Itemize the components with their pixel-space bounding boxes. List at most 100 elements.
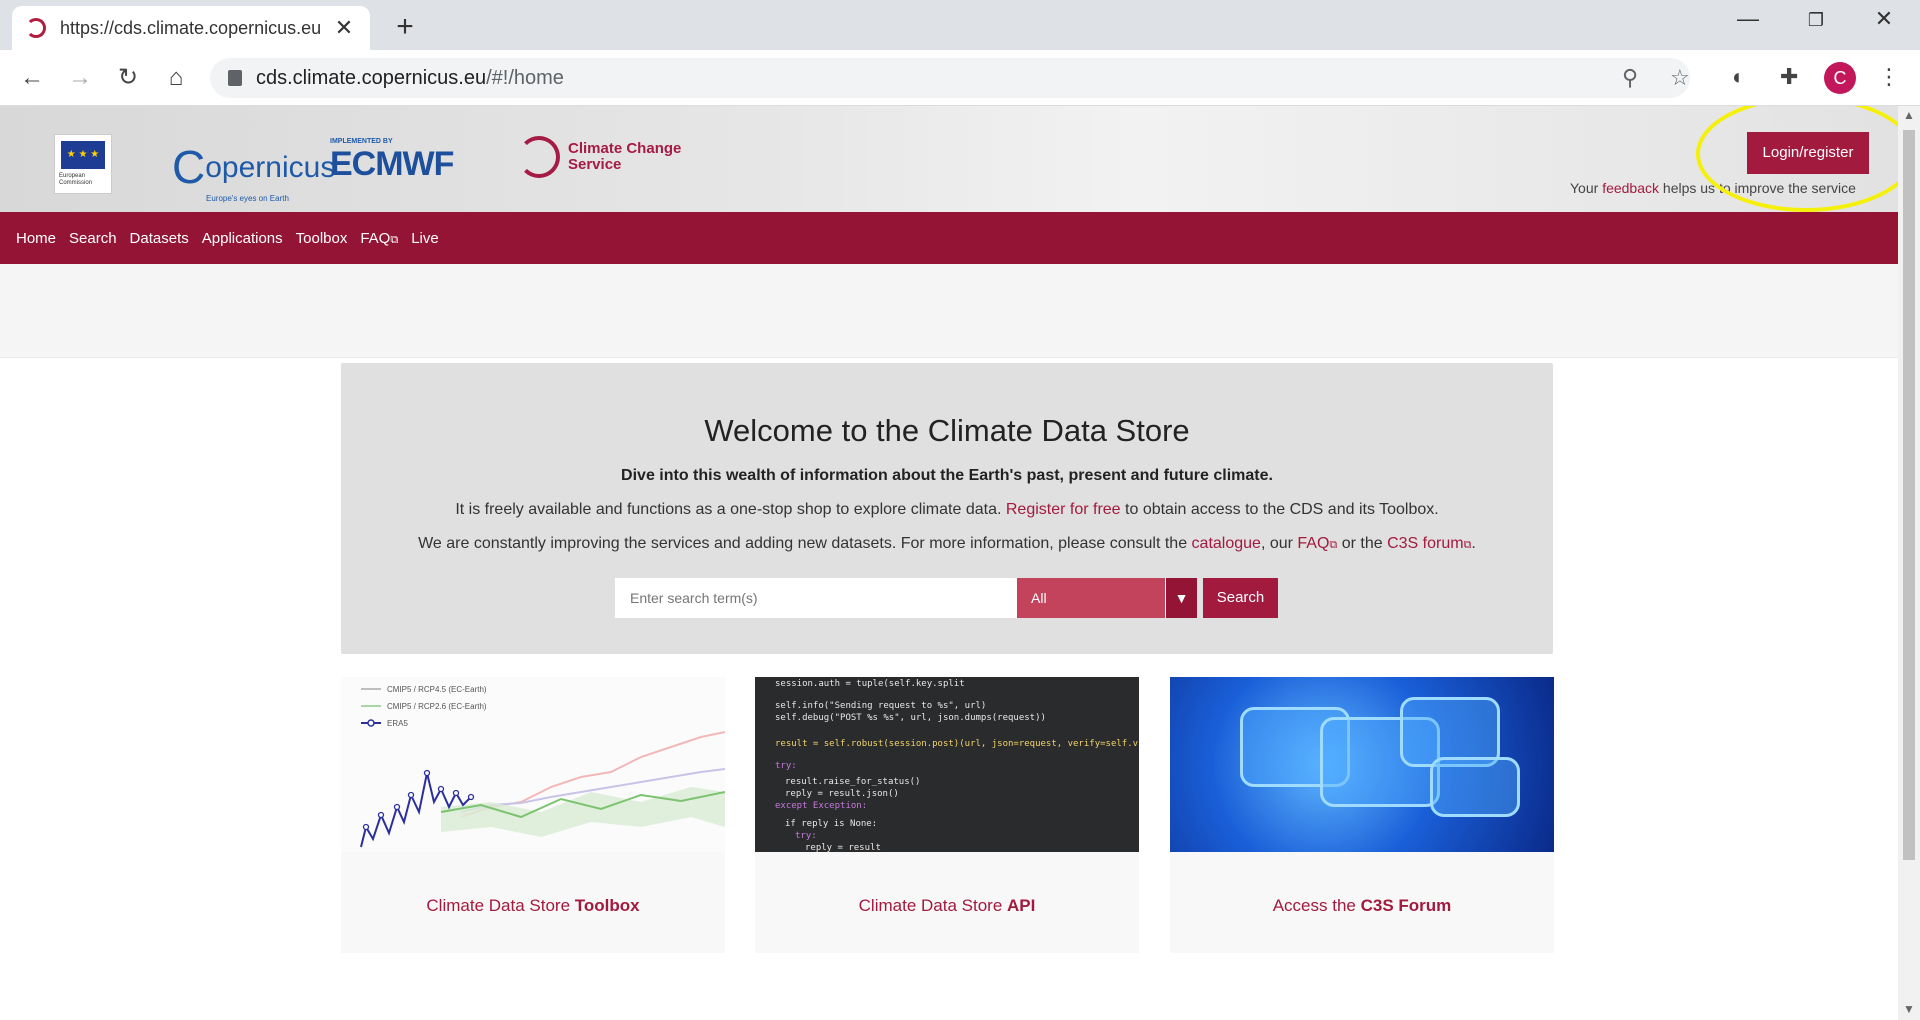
tab-title: https://cds.climate.copernicus.eu bbox=[60, 17, 322, 38]
profile-avatar[interactable]: C bbox=[1824, 62, 1856, 94]
hero-subtitle: Dive into this wealth of information abo… bbox=[621, 467, 1273, 484]
page-scrollbar[interactable]: ▲ ▼ bbox=[1898, 106, 1920, 1020]
legend-rcp45: CMIP5 / RCP4.5 (EC-Earth) bbox=[387, 685, 487, 694]
forum-image bbox=[1170, 677, 1554, 852]
search-scope-select[interactable]: All bbox=[1017, 578, 1165, 618]
code-line: result = self.robust(session.post)(url, … bbox=[775, 739, 1139, 749]
search-input[interactable] bbox=[615, 578, 1017, 618]
p1-pre: It is freely available and functions as … bbox=[455, 501, 1006, 518]
chevron-down-icon[interactable]: ▼ bbox=[1165, 578, 1197, 618]
nav-search[interactable]: Search bbox=[69, 230, 117, 247]
highlight-circle bbox=[1696, 106, 1898, 212]
page-title: Welcome to the Climate Data Store bbox=[704, 413, 1190, 448]
tab-strip: https://cds.climate.copernicus.eu ✕ + — … bbox=[0, 0, 1920, 50]
lock-icon bbox=[228, 70, 242, 86]
eu-flag-icon: ★ ★ ★ bbox=[61, 141, 105, 169]
code-line: try: bbox=[775, 761, 797, 771]
external-link-icon: ⧉ bbox=[390, 233, 399, 246]
api-card-bold: API bbox=[1007, 896, 1036, 915]
main-nav: Home Search Datasets Applications Toolbo… bbox=[0, 212, 1898, 264]
copernicus-name: opernicus bbox=[205, 151, 336, 184]
close-tab-icon[interactable]: ✕ bbox=[332, 15, 356, 41]
new-tab-icon[interactable]: + bbox=[390, 10, 420, 44]
zoom-icon[interactable]: ⚲ bbox=[1622, 58, 1638, 98]
address-bar[interactable]: cds.climate.copernicus.eu/#!/home ⚲ ☆ bbox=[210, 58, 1690, 98]
api-card[interactable]: session.auth = tuple(self.key.split self… bbox=[755, 677, 1139, 953]
code-line: try: bbox=[795, 831, 817, 841]
hero-paragraph-2: We are constantly improving the services… bbox=[341, 535, 1553, 553]
extension-circle-icon[interactable]: ◐ bbox=[1732, 64, 1745, 90]
code-line: reply = result.json() bbox=[785, 789, 899, 799]
forum-card-bold: C3S Forum bbox=[1360, 896, 1452, 915]
browser-tab[interactable]: https://cds.climate.copernicus.eu ✕ bbox=[12, 6, 370, 50]
nav-toolbox[interactable]: Toolbox bbox=[296, 230, 348, 247]
copernicus-c: C bbox=[172, 141, 206, 193]
browser-toolbar: ← → ↻ ⌂ cds.climate.copernicus.eu/#!/hom… bbox=[0, 50, 1920, 106]
ecmwf-implemented-label: IMPLEMENTED BY bbox=[330, 138, 393, 145]
copernicus-tagline: Europe's eyes on Earth bbox=[206, 194, 289, 203]
feedback-prefix: Your bbox=[1570, 180, 1603, 196]
eu-logo[interactable]: ★ ★ ★ European Commission bbox=[54, 134, 112, 194]
forum-card-label[interactable]: Access the C3S Forum bbox=[1170, 896, 1554, 916]
forum-card[interactable]: Access the C3S Forum bbox=[1170, 677, 1554, 953]
minimize-icon[interactable]: — bbox=[1728, 6, 1768, 32]
legend-era5: ERA5 bbox=[387, 719, 408, 728]
search-form: All ▼ Search bbox=[615, 578, 1278, 618]
toolbox-card-prefix: Climate Data Store bbox=[426, 896, 575, 915]
home-icon[interactable]: ⌂ bbox=[158, 62, 194, 94]
code-line: self.debug("POST %s %s", url, json.dumps… bbox=[775, 713, 1046, 723]
scroll-down-icon[interactable]: ▼ bbox=[1903, 1002, 1915, 1016]
extensions-puzzle-icon[interactable]: ✚ bbox=[1780, 64, 1798, 90]
toolbox-chart-image: CMIP5 / RCP4.5 (EC-Earth) CMIP5 / RCP2.6… bbox=[341, 677, 725, 852]
api-card-label[interactable]: Climate Data Store API bbox=[755, 896, 1139, 916]
api-card-prefix: Climate Data Store bbox=[858, 896, 1007, 915]
code-line: except Exception: bbox=[775, 801, 868, 811]
nav-faq[interactable]: FAQ⧉ bbox=[360, 230, 398, 247]
nav-datasets[interactable]: Datasets bbox=[130, 230, 189, 247]
catalogue-link[interactable]: catalogue bbox=[1192, 535, 1261, 552]
forward-icon[interactable]: → bbox=[62, 62, 98, 94]
faq-link[interactable]: FAQ bbox=[1297, 535, 1329, 552]
code-line: result.raise_for_status() bbox=[785, 777, 921, 787]
back-icon[interactable]: ← bbox=[14, 62, 50, 94]
browser-menu-icon[interactable]: ⋮ bbox=[1878, 64, 1900, 90]
eu-label: European Commission bbox=[59, 173, 93, 186]
nav-applications[interactable]: Applications bbox=[202, 230, 283, 247]
code-line: if reply is None: bbox=[785, 819, 878, 829]
bookmark-star-icon[interactable]: ☆ bbox=[1670, 58, 1690, 98]
ecmwf-logo[interactable]: IMPLEMENTED BY ECMWF bbox=[330, 138, 454, 184]
c3s-logo[interactable]: Climate Change Service bbox=[518, 136, 681, 178]
register-link[interactable]: Register for free bbox=[1006, 501, 1121, 518]
toolbox-card-label[interactable]: Climate Data Store Toolbox bbox=[341, 896, 725, 916]
page-content: ★ ★ ★ European Commission Copernicus Eur… bbox=[0, 106, 1898, 1020]
hero-paragraph-1: It is freely available and functions as … bbox=[341, 501, 1553, 519]
favicon-icon bbox=[26, 18, 46, 38]
restore-icon[interactable]: ❐ bbox=[1796, 10, 1836, 31]
window-close-icon[interactable]: ✕ bbox=[1864, 6, 1904, 32]
reload-icon[interactable]: ↻ bbox=[110, 62, 146, 94]
ecmwf-name: ECMWF bbox=[330, 145, 454, 183]
url-path: /#!/home bbox=[486, 66, 564, 89]
c3s-line2: Service bbox=[568, 156, 622, 173]
toolbox-card[interactable]: CMIP5 / RCP4.5 (EC-Earth) CMIP5 / RCP2.6… bbox=[341, 677, 725, 953]
browser-chrome: https://cds.climate.copernicus.eu ✕ + — … bbox=[0, 0, 1920, 106]
welcome-panel: Welcome to the Climate Data Store Dive i… bbox=[341, 363, 1553, 654]
nav-faq-label: FAQ bbox=[360, 229, 391, 247]
url-text: cds.climate.copernicus.eu/#!/home bbox=[256, 67, 564, 90]
forum-card-prefix: Access the bbox=[1272, 896, 1361, 915]
feedback-link[interactable]: feedback bbox=[1602, 180, 1659, 196]
p2-pre: We are constantly improving the services… bbox=[418, 535, 1192, 552]
api-code-image: session.auth = tuple(self.key.split self… bbox=[755, 677, 1139, 852]
url-host: cds.climate.copernicus.eu bbox=[256, 66, 487, 89]
nav-home[interactable]: Home bbox=[16, 230, 56, 247]
c3s-forum-link[interactable]: C3S forum bbox=[1387, 535, 1463, 552]
code-line: self.info("Sending request to %s", url) bbox=[775, 701, 987, 711]
search-button[interactable]: Search bbox=[1203, 578, 1278, 618]
legend-rcp26: CMIP5 / RCP2.6 (EC-Earth) bbox=[387, 702, 487, 711]
scroll-up-icon[interactable]: ▲ bbox=[1903, 108, 1915, 122]
scroll-thumb[interactable] bbox=[1903, 130, 1915, 860]
header-spacer bbox=[0, 264, 1898, 358]
nav-live[interactable]: Live bbox=[411, 230, 439, 247]
p2-mid1: , our bbox=[1260, 535, 1298, 552]
copernicus-logo[interactable]: Copernicus Europe's eyes on Earth bbox=[172, 140, 335, 203]
